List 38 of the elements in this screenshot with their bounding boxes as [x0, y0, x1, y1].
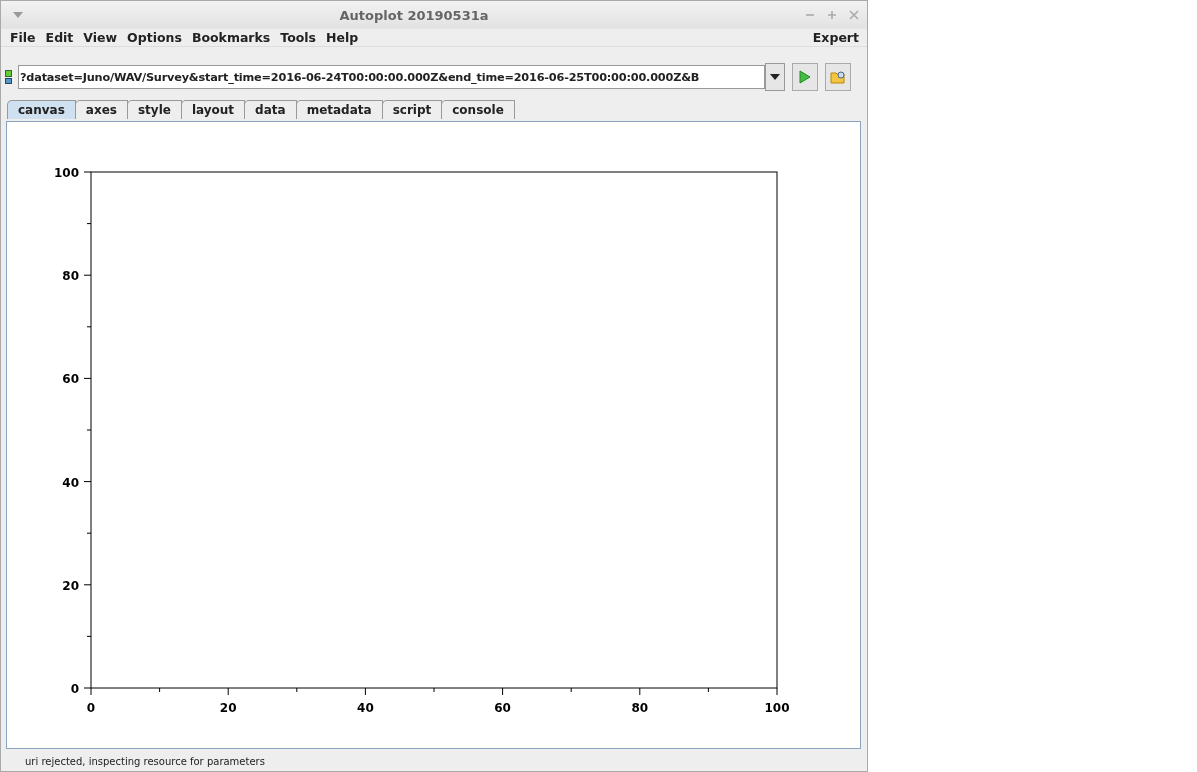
tab[interactable]: script: [381, 100, 443, 119]
play-button[interactable]: [792, 63, 819, 91]
menu-item[interactable]: Options: [122, 30, 187, 45]
menu-item[interactable]: Edit: [40, 30, 79, 45]
y-tick-label: 100: [53, 166, 79, 180]
y-tick-label: 60: [62, 372, 79, 387]
menu-item[interactable]: File: [5, 30, 41, 45]
y-tick-label: 0: [70, 682, 79, 696]
tab[interactable]: style: [126, 100, 182, 119]
status-text: uri rejected, inspecting resource for parameters: [25, 756, 265, 767]
y-tick-label: 20: [62, 578, 79, 593]
tab[interactable]: console: [441, 100, 515, 119]
maximize-icon[interactable]: [827, 10, 837, 20]
window-title: Autoplot 20190531a: [338, 7, 490, 23]
caret-icon: [770, 74, 781, 80]
play-icon: [799, 70, 812, 84]
tab[interactable]: layout: [180, 100, 246, 119]
x-tick-label: 20: [219, 701, 237, 715]
menu-item[interactable]: Expert: [807, 30, 867, 45]
close-icon[interactable]: [849, 10, 859, 20]
x-tick-label: 60: [494, 701, 511, 715]
x-tick-label: 80: [631, 701, 649, 715]
menu-item[interactable]: Help: [321, 30, 364, 45]
x-tick-label: 0: [86, 701, 96, 715]
menu-item[interactable]: Bookmarks: [186, 30, 276, 45]
menu-item[interactable]: Tools: [275, 30, 322, 45]
dropdown-button[interactable]: [765, 63, 786, 91]
uri-field[interactable]: ?dataset=Juno/WAV/Survey&start_time=2016-06-24T00:00:00.000Z&end_time=2016-06-25T00:00:00.000Z&B: [17, 65, 766, 89]
status-indicator-icon: [5, 69, 12, 85]
x-tick-label: 100: [764, 701, 790, 715]
y-tick-label: 80: [62, 269, 79, 284]
folder-magnifier-icon: [830, 70, 847, 84]
browse-folder-button[interactable]: [825, 63, 851, 91]
caret-icon[interactable]: [13, 12, 23, 18]
menu-item[interactable]: View: [78, 30, 123, 45]
tab[interactable]: canvas: [7, 100, 76, 119]
x-tick-label: 40: [357, 701, 374, 715]
y-tick-label: 40: [62, 475, 79, 490]
